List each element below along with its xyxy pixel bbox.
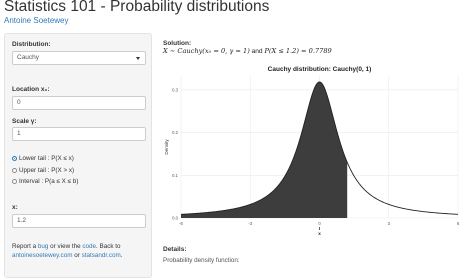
antoinesoetewey-link[interactable]: antoinesoetewey.com — [12, 252, 72, 259]
x-input[interactable]: 1.2 — [12, 214, 146, 228]
scale-label: Scale γ: — [12, 118, 37, 125]
sidebar-footer: Report a bug or view the code. Back to a… — [12, 243, 123, 259]
chart-title: Cauchy distribution: Cauchy(0, 1) — [268, 66, 372, 73]
solution-formula: X ∼ Cauchy(x₀ = 0, γ = 1) and P(X ≤ 1.2)… — [163, 47, 332, 55]
chevron-down-icon — [136, 57, 140, 60]
x-tick-label: 6 — [457, 221, 460, 226]
x-marker-label: x — [318, 231, 321, 236]
y-axis-label: Density — [164, 139, 169, 155]
x-tick-label: 0 — [318, 221, 321, 226]
cauchy-density-chart: Cauchy distribution: Cauchy(0, 1) -6 -3 0 3 6… — [164, 66, 460, 236]
distribution-select-value: Cauchy — [17, 54, 40, 61]
code-link[interactable]: code — [82, 243, 96, 250]
radio-upper-tail[interactable]: Upper tail : P(X > x) — [12, 167, 74, 174]
x-tick-label: -3 — [248, 221, 252, 226]
radio-empty-icon — [12, 178, 17, 184]
distribution-select[interactable]: Cauchy — [12, 51, 146, 65]
bug-link[interactable]: bug — [38, 243, 49, 250]
page-title: Statistics 101 - Probability distributio… — [4, 0, 270, 15]
scale-input[interactable]: 1 — [12, 127, 146, 141]
author-link[interactable]: Antoine Soetewey — [4, 16, 69, 25]
distribution-label: Distribution: — [12, 41, 51, 48]
radio-interval[interactable]: Interval : P(a ≤ X ≤ b) — [12, 178, 78, 185]
statsandr-link[interactable]: statsandr.com — [82, 252, 121, 259]
sidebar-panel: Distribution: Cauchy Location x₀: 0 Scal… — [4, 33, 152, 278]
y-tick-label: 0.1 — [172, 173, 178, 178]
location-label: Location x₀: — [12, 86, 50, 93]
details-label: Details: — [163, 246, 187, 253]
details-text: Probability density function: — [163, 257, 240, 264]
x-tick-label: -6 — [179, 221, 183, 226]
location-input[interactable]: 0 — [12, 96, 146, 110]
y-tick-label: 0.2 — [172, 130, 178, 135]
x-tick-label: 3 — [388, 221, 391, 226]
radio-lower-tail[interactable]: Lower tail : P(X ≤ x) — [12, 155, 74, 162]
solution-label: Solution: — [163, 40, 192, 47]
radio-selected-icon — [12, 155, 17, 161]
x-label: x: — [12, 204, 18, 211]
radio-empty-icon — [12, 167, 17, 173]
y-tick-label: 0.0 — [172, 216, 178, 221]
y-tick-label: 0.3 — [172, 87, 178, 92]
